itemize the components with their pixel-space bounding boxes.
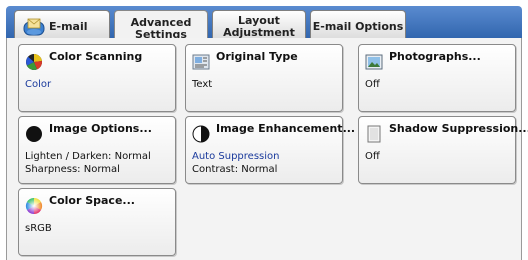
image-enhancement-button[interactable]: Image Enhancement... Auto Suppression Co… <box>185 116 355 184</box>
image-options-value-2: Sharpness: Normal <box>25 164 120 175</box>
image-options-title: Image Options... <box>49 122 152 135</box>
blank-page-icon <box>365 125 383 143</box>
tab-layout-line1: Layout <box>238 13 280 27</box>
color-space-value: sRGB <box>25 223 52 234</box>
shadow-suppression-title: Shadow Suppression... <box>389 122 528 135</box>
scan-settings-screen: E-mail Advanced Settings Layout Adjustme… <box>0 0 528 260</box>
color-space-button[interactable]: Color Space... sRGB <box>18 188 176 256</box>
photographs-button[interactable]: Photographs... Off <box>358 44 516 112</box>
image-enhancement-value-2: Contrast: Normal <box>192 164 278 175</box>
color-gradient-icon <box>25 197 43 215</box>
tab-layout-line2: Adjustment <box>223 25 295 39</box>
image-options-value-1: Lighten / Darken: Normal <box>25 151 151 162</box>
photograph-icon <box>365 53 383 71</box>
shadow-suppression-value: Off <box>365 151 380 162</box>
shadow-suppression-button[interactable]: Shadow Suppression... Off <box>358 116 528 184</box>
image-options-button[interactable]: Image Options... Lighten / Darken: Norma… <box>18 116 176 184</box>
half-circle-icon <box>192 125 210 143</box>
image-enhancement-value-1: Auto Suppression <box>192 151 280 162</box>
original-type-value: Text <box>192 79 213 90</box>
image-enhancement-title: Image Enhancement... <box>216 122 356 135</box>
photographs-value: Off <box>365 79 380 90</box>
color-wheel-icon <box>25 53 43 71</box>
color-scanning-button[interactable]: Color Scanning Color <box>18 44 176 112</box>
color-scanning-title: Color Scanning <box>49 50 143 63</box>
tab-email-options-label: E-mail Options <box>312 19 404 33</box>
tab-email-label: E-mail <box>49 19 88 33</box>
color-scanning-value: Color <box>25 79 52 90</box>
color-space-title: Color Space... <box>49 194 135 207</box>
original-type-button[interactable]: Original Type Text <box>185 44 343 112</box>
black-circle-icon <box>25 125 43 143</box>
original-type-icon <box>192 53 210 71</box>
email-icon <box>23 18 45 36</box>
photographs-title: Photographs... <box>389 50 481 63</box>
original-type-title: Original Type <box>216 50 298 63</box>
tab-advanced-line1: Advanced <box>130 15 192 29</box>
